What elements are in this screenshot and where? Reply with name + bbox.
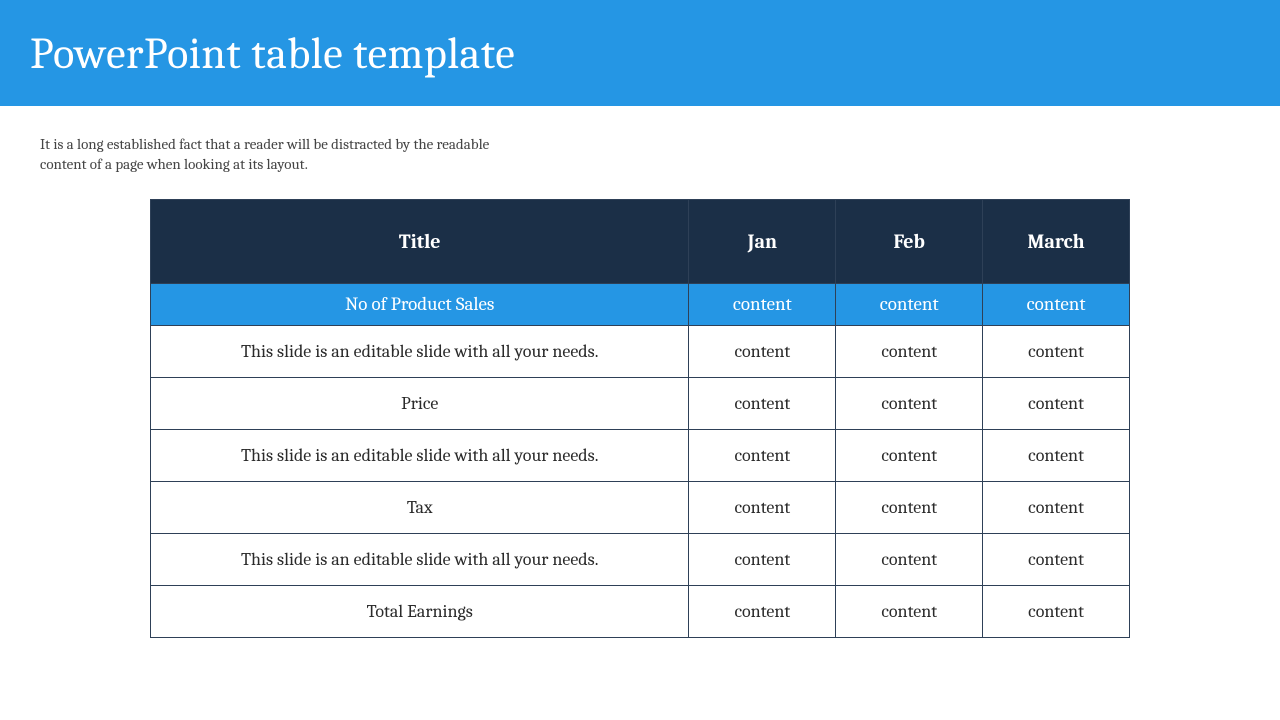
table-cell-title: This slide is an editable slide with all… <box>151 533 689 585</box>
table-cell-value: content <box>983 585 1130 637</box>
title-bar: PowerPoint table template <box>0 0 1280 106</box>
data-table: Title Jan Feb March No of Product Salesc… <box>150 199 1130 638</box>
table-cell-value: content <box>689 325 836 377</box>
table-cell-title: This slide is an editable slide with all… <box>151 325 689 377</box>
table-cell-value: content <box>983 429 1130 481</box>
table-row: Taxcontentcontentcontent <box>151 481 1130 533</box>
table-cell-value: content <box>983 533 1130 585</box>
table-row: This slide is an editable slide with all… <box>151 429 1130 481</box>
table-cell-title: Total Earnings <box>151 585 689 637</box>
table-header-feb: Feb <box>836 199 983 283</box>
table-container: Title Jan Feb March No of Product Salesc… <box>0 175 1280 638</box>
table-row: Pricecontentcontentcontent <box>151 377 1130 429</box>
table-cell-value: content <box>689 481 836 533</box>
table-cell-title: This slide is an editable slide with all… <box>151 429 689 481</box>
table-row: This slide is an editable slide with all… <box>151 533 1130 585</box>
table-cell-value: content <box>689 377 836 429</box>
table-header-row: Title Jan Feb March <box>151 199 1130 283</box>
table-cell-value: content <box>983 377 1130 429</box>
table-cell-value: content <box>983 283 1130 325</box>
table-row: Total Earningscontentcontentcontent <box>151 585 1130 637</box>
table-row: No of Product Salescontentcontentcontent <box>151 283 1130 325</box>
table-cell-value: content <box>836 585 983 637</box>
table-cell-value: content <box>836 325 983 377</box>
table-cell-title: No of Product Sales <box>151 283 689 325</box>
table-cell-value: content <box>983 481 1130 533</box>
subtitle-text: It is a long established fact that a rea… <box>0 106 560 175</box>
table-cell-value: content <box>689 585 836 637</box>
table-body: No of Product Salescontentcontentcontent… <box>151 283 1130 637</box>
table-cell-value: content <box>689 283 836 325</box>
table-cell-value: content <box>689 533 836 585</box>
table-cell-title: Price <box>151 377 689 429</box>
table-cell-value: content <box>983 325 1130 377</box>
table-cell-value: content <box>836 481 983 533</box>
table-cell-value: content <box>836 429 983 481</box>
table-header-mar: March <box>983 199 1130 283</box>
table-row: This slide is an editable slide with all… <box>151 325 1130 377</box>
table-header-jan: Jan <box>689 199 836 283</box>
table-cell-value: content <box>836 283 983 325</box>
table-cell-value: content <box>836 533 983 585</box>
table-cell-value: content <box>836 377 983 429</box>
table-cell-title: Tax <box>151 481 689 533</box>
page-title: PowerPoint table template <box>30 28 515 79</box>
table-header-title: Title <box>151 199 689 283</box>
table-cell-value: content <box>689 429 836 481</box>
